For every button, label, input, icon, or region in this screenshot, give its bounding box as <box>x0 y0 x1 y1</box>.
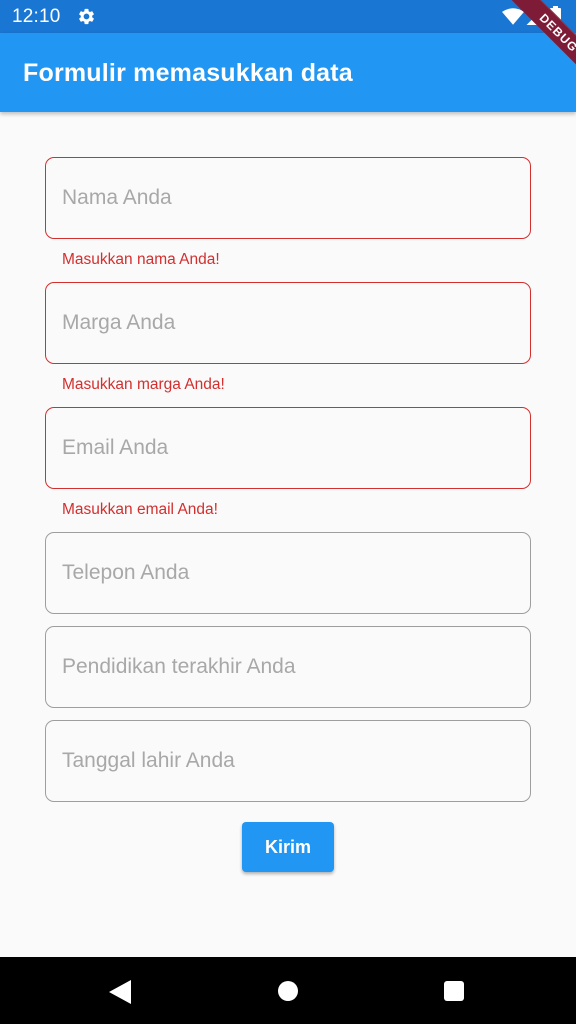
name-input[interactable] <box>62 158 512 238</box>
education-field[interactable] <box>45 626 531 708</box>
data-entry-form: Masukkan nama Anda! Masukkan marga Anda!… <box>45 157 531 872</box>
birthdate-input[interactable] <box>62 721 512 801</box>
email-field[interactable] <box>45 407 531 489</box>
home-icon[interactable] <box>278 981 298 1001</box>
email-error-text: Masukkan email Anda! <box>62 501 218 518</box>
education-field-group <box>45 626 531 708</box>
phone-field-group <box>45 532 531 614</box>
battery-icon <box>550 6 561 26</box>
education-input[interactable] <box>62 627 512 707</box>
button-row: Kirim <box>45 802 531 872</box>
phone-field[interactable] <box>45 532 531 614</box>
birthdate-field-group <box>45 720 531 802</box>
phone-input[interactable] <box>62 533 512 613</box>
signal-icon <box>526 8 544 25</box>
surname-input[interactable] <box>62 283 512 363</box>
surname-field[interactable] <box>45 282 531 364</box>
wifi-icon <box>502 8 524 25</box>
gear-icon <box>79 8 94 25</box>
recents-icon[interactable] <box>444 981 464 1001</box>
surname-field-group: Masukkan marga Anda! <box>45 282 531 407</box>
app-bar: Formulir memasukkan data <box>0 33 576 112</box>
birthdate-field[interactable] <box>45 720 531 802</box>
navigation-bar <box>0 957 576 1024</box>
name-field-group: Masukkan nama Anda! <box>45 157 531 282</box>
back-icon[interactable] <box>109 980 131 1004</box>
submit-button[interactable]: Kirim <box>242 822 334 872</box>
status-bar: 12:10 <box>0 0 576 33</box>
surname-error-text: Masukkan marga Anda! <box>62 376 225 393</box>
email-field-group: Masukkan email Anda! <box>45 407 531 532</box>
name-field[interactable] <box>45 157 531 239</box>
app-title: Formulir memasukkan data <box>23 59 353 87</box>
name-error-text: Masukkan nama Anda! <box>62 251 220 268</box>
screen: 12:10 DEBUG Formulir memasukkan data Mas… <box>0 0 576 1024</box>
status-time: 12:10 <box>12 6 61 27</box>
email-input[interactable] <box>62 408 512 488</box>
